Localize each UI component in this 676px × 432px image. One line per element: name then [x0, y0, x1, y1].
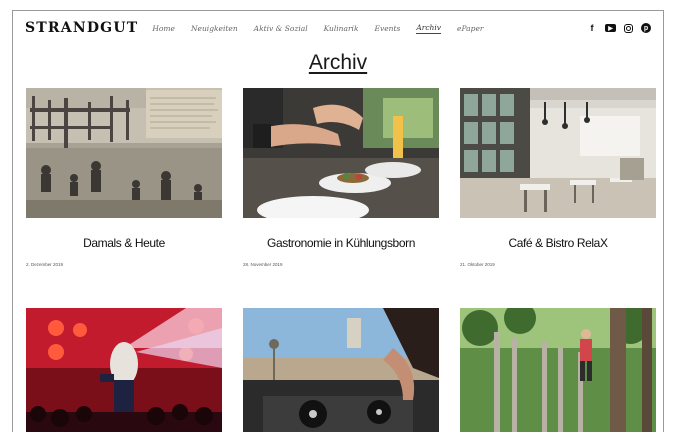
post-thumbnail-concert[interactable] — [26, 308, 222, 432]
page-title: Archiv — [308, 51, 368, 74]
facebook-icon[interactable]: f — [587, 23, 597, 33]
post-thumbnail-cafe[interactable] — [460, 88, 656, 218]
pinterest-icon[interactable]: p — [641, 23, 651, 33]
top-navigation: STRANDGUT Home Neuigkeiten Aktiv & Sozia… — [13, 11, 663, 45]
post-title[interactable]: Gastronomie in Kühlungsborn — [243, 236, 439, 250]
post-date: 28. November 2019 — [243, 262, 283, 267]
nav-kulinarik[interactable]: Kulinarik — [324, 24, 359, 33]
post-title[interactable]: Damals & Heute — [26, 236, 222, 250]
post-date: 2. Dezember 2019 — [26, 262, 64, 267]
nav-neuigkeiten[interactable]: Neuigkeiten — [191, 24, 238, 33]
social-links: f ▶ p — [587, 23, 651, 33]
post-title[interactable]: Café & Bistro RelaX — [460, 236, 656, 250]
nav-home[interactable]: Home — [152, 24, 175, 33]
nav-epaper[interactable]: ePaper — [457, 24, 483, 33]
site-logo[interactable]: STRANDGUT — [25, 20, 138, 36]
post-thumbnail-vintage-beach[interactable] — [26, 88, 222, 218]
post-thumbnail-gastronomy[interactable] — [243, 88, 439, 218]
post-card[interactable]: Gastronomie in Kühlungsborn 28. November… — [243, 88, 439, 267]
browser-frame: STRANDGUT Home Neuigkeiten Aktiv & Sozia… — [12, 10, 664, 432]
post-date: 21. Oktober 2019 — [460, 262, 495, 267]
instagram-icon[interactable] — [624, 23, 633, 33]
main-menu: Home Neuigkeiten Aktiv & Sozial Kulinari… — [152, 23, 499, 34]
post-thumbnail-climbing[interactable] — [460, 308, 656, 432]
post-card[interactable]: Café & Bistro RelaX 21. Oktober 2019 — [460, 88, 656, 267]
post-card[interactable] — [26, 308, 222, 432]
nav-aktiv-sozial[interactable]: Aktiv & Sozial — [254, 24, 308, 33]
post-card[interactable] — [460, 308, 656, 432]
post-thumbnail-dj[interactable] — [243, 308, 439, 432]
nav-events[interactable]: Events — [375, 24, 401, 33]
nav-archiv[interactable]: Archiv — [416, 23, 442, 34]
youtube-icon[interactable]: ▶ — [605, 24, 616, 32]
post-card[interactable]: Damals & Heute 2. Dezember 2019 — [26, 88, 222, 267]
post-card[interactable] — [243, 308, 439, 432]
